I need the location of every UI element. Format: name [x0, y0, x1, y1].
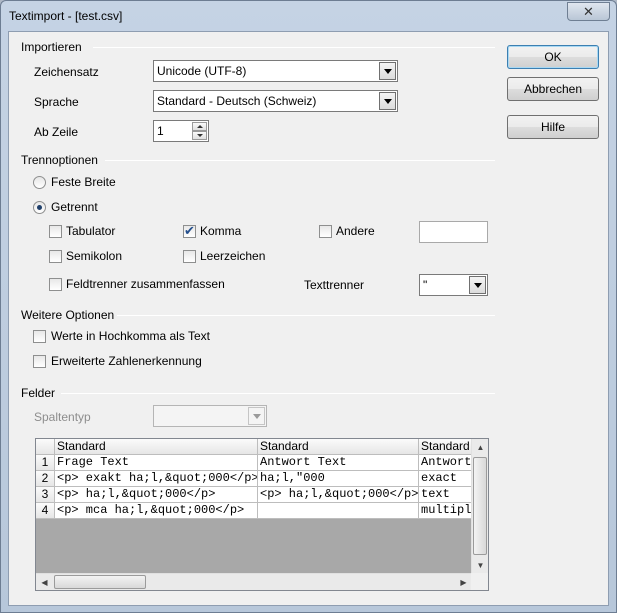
from-row-stepper[interactable]: 1	[153, 120, 209, 142]
fixed-width-label[interactable]: Feste Breite	[51, 175, 116, 189]
tab-label[interactable]: Tabulator	[66, 224, 115, 238]
language-label: Sprache	[34, 95, 79, 109]
merge-delimiters-label[interactable]: Feldtrenner zusammenfassen	[66, 277, 225, 291]
space-label[interactable]: Leerzeichen	[200, 249, 265, 263]
charset-select[interactable]: Unicode (UTF-8)	[153, 60, 398, 82]
table-cell[interactable]: Antwort Text	[258, 455, 419, 471]
chevron-down-icon[interactable]	[379, 62, 396, 80]
detect-special-numbers-label[interactable]: Erweiterte Zahlenerkennung	[51, 354, 202, 368]
scroll-left-icon[interactable]: ◀	[36, 574, 53, 590]
table-cell[interactable]: Frage Text	[55, 455, 258, 471]
merge-delimiters-checkbox[interactable]	[49, 278, 62, 291]
charset-value: Unicode (UTF-8)	[157, 64, 247, 78]
text-delimiter-select[interactable]: "	[419, 274, 488, 296]
close-button[interactable]: ✕	[567, 2, 610, 21]
column-type-select[interactable]	[153, 405, 267, 427]
table-cell[interactable]: Antwortt	[419, 455, 472, 471]
stepper-down-icon[interactable]	[192, 131, 207, 140]
semicolon-checkbox[interactable]	[49, 250, 62, 263]
cancel-button[interactable]: Abbrechen	[507, 77, 599, 101]
textimport-dialog: Textimport - [test.csv] ✕ Importieren Ze…	[0, 0, 617, 613]
text-delimiter-value: "	[423, 278, 428, 292]
column-type-label: Spaltentyp	[34, 410, 91, 424]
section-title-fields: Felder	[21, 386, 56, 400]
section-title-import: Importieren	[21, 40, 82, 54]
horizontal-scroll-thumb[interactable]	[54, 575, 146, 589]
table-cell[interactable]: exact	[419, 471, 472, 487]
column-header[interactable]: Standard	[258, 439, 419, 455]
section-title-separator: Trennoptionen	[21, 153, 98, 167]
title-bar[interactable]: Textimport - [test.csv] ✕	[1, 1, 616, 31]
section-divider	[61, 393, 495, 394]
row-number[interactable]: 4	[36, 503, 55, 519]
stepper-up-icon[interactable]	[192, 122, 207, 131]
scrollbar-corner	[471, 573, 488, 590]
table-cell[interactable]: text	[419, 487, 472, 503]
other-checkbox[interactable]	[319, 225, 332, 238]
chevron-down-icon[interactable]	[379, 92, 396, 110]
table-cell[interactable]	[258, 503, 419, 519]
row-number[interactable]: 3	[36, 487, 55, 503]
close-icon: ✕	[583, 3, 594, 19]
grid-corner[interactable]	[36, 439, 55, 455]
vertical-scrollbar[interactable]: ▲ ▼	[471, 439, 488, 574]
ok-button[interactable]: OK	[507, 45, 599, 69]
horizontal-scrollbar[interactable]: ◀ ▶	[36, 573, 472, 590]
section-divider	[117, 315, 495, 316]
row-number[interactable]: 2	[36, 471, 55, 487]
column-header[interactable]: Standard	[419, 439, 472, 455]
row-number[interactable]: 1	[36, 455, 55, 471]
separated-radio[interactable]	[33, 201, 46, 214]
chevron-down-icon[interactable]	[248, 407, 265, 425]
window-title: Textimport - [test.csv]	[9, 9, 123, 23]
table-cell[interactable]: ha;l,"000	[258, 471, 419, 487]
semicolon-label[interactable]: Semikolon	[66, 249, 122, 263]
other-separator-input[interactable]	[419, 221, 488, 243]
charset-label: Zeichensatz	[34, 65, 99, 79]
separated-label[interactable]: Getrennt	[51, 200, 98, 214]
fixed-width-radio[interactable]	[33, 176, 46, 189]
chevron-down-icon[interactable]	[469, 276, 486, 294]
preview-grid-area: Standard Standard Standard 1 Frage Text …	[36, 439, 472, 574]
from-row-value: 1	[157, 124, 164, 138]
section-divider	[93, 47, 495, 48]
scroll-right-icon[interactable]: ▶	[455, 574, 472, 590]
dialog-client-area: Importieren Zeichensatz Unicode (UTF-8) …	[8, 31, 609, 606]
table-cell[interactable]: multiple	[419, 503, 472, 519]
table-cell[interactable]: <p> ha;l,&quot;000</p>	[258, 487, 419, 503]
space-checkbox[interactable]	[183, 250, 196, 263]
table-cell[interactable]: <p> exakt ha;l,&quot;000</p>	[55, 471, 258, 487]
table-cell[interactable]: <p> ha;l,&quot;000</p>	[55, 487, 258, 503]
quoted-as-text-checkbox[interactable]	[33, 330, 46, 343]
tab-checkbox[interactable]	[49, 225, 62, 238]
preview-grid[interactable]: Standard Standard Standard 1 Frage Text …	[35, 438, 489, 591]
help-button[interactable]: Hilfe	[507, 115, 599, 139]
comma-checkbox[interactable]: ✔	[183, 223, 196, 238]
other-label[interactable]: Andere	[336, 224, 375, 238]
from-row-label: Ab Zeile	[34, 125, 79, 139]
scroll-down-icon[interactable]: ▼	[472, 557, 488, 574]
scroll-up-icon[interactable]: ▲	[472, 439, 488, 456]
vertical-scroll-thumb[interactable]	[473, 457, 487, 555]
language-select[interactable]: Standard - Deutsch (Schweiz)	[153, 90, 398, 112]
section-title-other-options: Weitere Optionen	[21, 308, 115, 322]
text-delimiter-label: Texttrenner	[304, 278, 365, 292]
quoted-as-text-label[interactable]: Werte in Hochkomma als Text	[51, 329, 210, 343]
language-value: Standard - Deutsch (Schweiz)	[157, 94, 317, 108]
comma-label[interactable]: Komma	[200, 224, 241, 238]
section-divider	[105, 160, 495, 161]
checkmark-icon: ✔	[184, 223, 195, 238]
column-header[interactable]: Standard	[55, 439, 258, 455]
table-cell[interactable]: <p> mca ha;l,&quot;000</p>	[55, 503, 258, 519]
detect-special-numbers-checkbox[interactable]	[33, 355, 46, 368]
